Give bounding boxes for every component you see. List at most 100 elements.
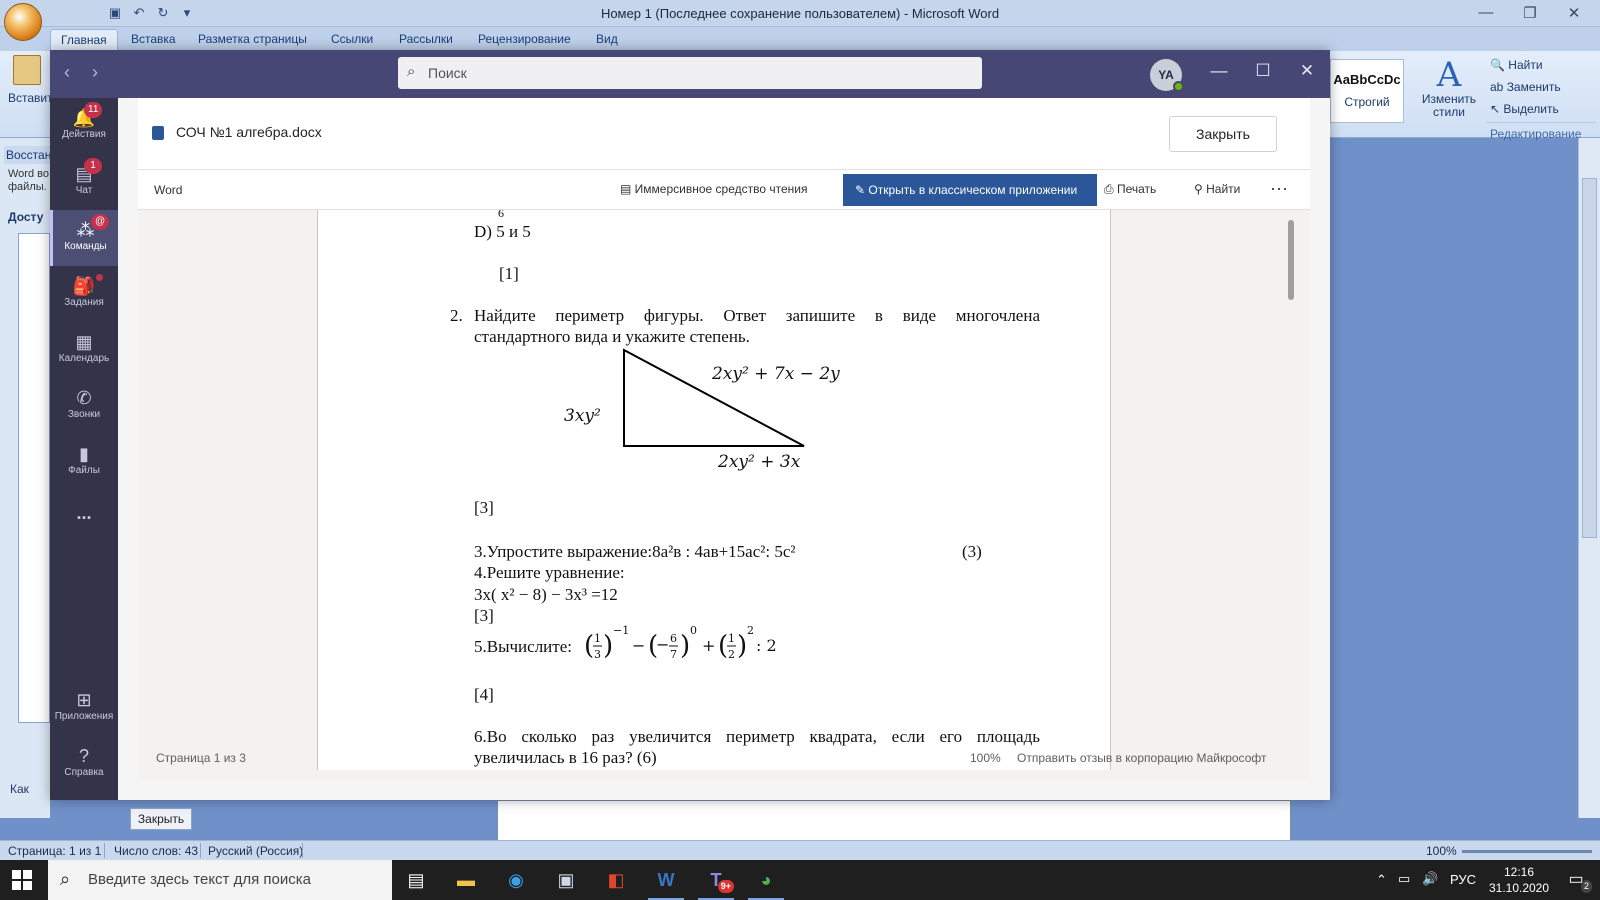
word-online-viewer: Word ▤ Иммерсивное средство чтения ✎ Отк… — [138, 170, 1310, 780]
back-icon[interactable]: ‹ — [64, 62, 70, 83]
rail-item-apps[interactable]: ⊞ Приложения — [50, 680, 118, 736]
tab-review[interactable]: Рецензирование — [478, 32, 571, 46]
taskbar-clock[interactable]: 12:16 31.10.2020 — [1476, 864, 1562, 896]
edge-icon[interactable]: ◉ — [492, 860, 540, 900]
rail-item-chat[interactable]: ▤ Чат 1 — [50, 154, 118, 210]
svg-text:1: 1 — [728, 632, 735, 645]
tab-insert[interactable]: Вставка — [131, 32, 176, 46]
viewer-status-bar: Страница 1 из 3 100% Отправить отзыв в к… — [118, 748, 1310, 768]
rail-more-button[interactable]: ... — [50, 490, 118, 546]
recovery-title: Восстан — [4, 146, 52, 164]
input-language[interactable]: РУС — [1450, 872, 1476, 887]
tab-home[interactable]: Главная — [50, 29, 118, 51]
word-vertical-scrollbar[interactable] — [1578, 138, 1600, 818]
tab-page-layout[interactable]: Разметка страницы — [198, 32, 307, 46]
battery-icon[interactable]: ▭ — [1398, 871, 1410, 887]
triangle-side-left: 3xy² — [564, 406, 601, 426]
more-icon: ... — [76, 503, 92, 523]
viewer-toolbar: Word ▤ Иммерсивное средство чтения ✎ Отк… — [138, 170, 1310, 210]
style-name: Строгий — [1344, 95, 1390, 109]
teams-minimize-button[interactable]: — — [1204, 61, 1234, 81]
q4-text: 4.Решите уравнение: — [474, 563, 625, 582]
viewer-scrollbar-thumb[interactable] — [1288, 220, 1294, 300]
triangle-figure — [623, 348, 805, 447]
notifications-icon[interactable]: ▭ 2 — [1552, 860, 1600, 900]
status-language[interactable]: Русский (Россия) — [208, 844, 303, 858]
search-icon: ⌕ — [407, 63, 416, 80]
feedback-link[interactable]: Отправить отзыв в корпорацию Майкрософт — [1017, 751, 1266, 765]
close-file-button[interactable]: Закрыть — [1169, 116, 1277, 152]
taskbar-search-box[interactable]: ⌕ Введите здесь текст для поиска — [48, 860, 392, 900]
recovery-file-list[interactable] — [18, 233, 50, 723]
recovery-text: Word во файлы. — [8, 168, 49, 193]
svg-text:7: 7 — [670, 648, 677, 661]
task-view-icon[interactable]: ▤ — [392, 860, 440, 900]
print-button[interactable]: ⎙ Печать — [1104, 182, 1156, 197]
file-name: СОЧ №1 алгебра.docx — [176, 124, 322, 140]
office-app-icon[interactable]: ◧ — [592, 860, 640, 900]
more-options-icon[interactable]: ··· — [1270, 178, 1288, 199]
rail-item-activity[interactable]: 🔔 Действия 11 — [50, 98, 118, 154]
store-icon[interactable]: ▣ — [542, 860, 590, 900]
mark-q1: [1] — [499, 264, 519, 283]
status-words[interactable]: Число слов: 43 — [114, 844, 198, 858]
teams-close-button[interactable]: ✕ — [1292, 61, 1322, 81]
word-minimize-button[interactable]: — — [1466, 4, 1506, 21]
style-gallery-item[interactable]: AaBbCcDc Строгий — [1330, 59, 1404, 123]
rail-item-calendar[interactable]: ▦ Календарь — [50, 322, 118, 378]
q4-equation: 3х( х² − 8) − 3х³ =12 — [474, 585, 618, 604]
word-restore-button[interactable]: ❐ — [1510, 4, 1550, 22]
teams-taskbar-icon[interactable]: T 9+ — [692, 860, 740, 900]
start-button[interactable] — [12, 870, 32, 890]
rail-item-calls[interactable]: ✆ Звонки — [50, 378, 118, 434]
forward-icon[interactable]: › — [92, 62, 98, 83]
rail-item-teams[interactable]: ⁂ Команды @ — [50, 210, 118, 266]
tab-mailings[interactable]: Рассылки — [399, 32, 453, 46]
status-zoom[interactable]: 100% — [1426, 844, 1457, 858]
find-button[interactable]: 🔍 Найти — [1486, 54, 1596, 76]
q3-mark: (3) — [962, 542, 982, 561]
teams-search-input[interactable]: ⌕ Поиск — [398, 57, 982, 89]
word-close-button[interactable]: ✕ — [1554, 4, 1594, 22]
rail-item-assignments[interactable]: 🎒 Задания — [50, 266, 118, 322]
teams-icon: ⁂ — [76, 220, 95, 240]
zoom-slider[interactable] — [1462, 850, 1592, 853]
rail-item-files[interactable]: ▮ Файлы — [50, 434, 118, 490]
q2-line-2: стандартного вида и укажите степень. — [474, 327, 750, 346]
select-button[interactable]: ↖ Выделить — [1486, 98, 1596, 120]
teams-badge: 9+ — [717, 880, 734, 893]
immersive-reader-button[interactable]: ▤ Иммерсивное средство чтения — [620, 182, 807, 196]
show-hidden-icons-icon[interactable]: ⌃ — [1376, 872, 1387, 888]
file-explorer-icon[interactable]: ▬ — [442, 860, 490, 900]
recovery-close-button[interactable]: Закрыть — [130, 808, 192, 830]
teams-maximize-button[interactable]: ☐ — [1248, 61, 1278, 81]
word-window-title: Номер 1 (Последнее сохранение пользовате… — [600, 6, 1000, 21]
clipboard-icon — [13, 55, 41, 85]
find-button[interactable]: ⚲ Найти — [1194, 182, 1240, 196]
recovery-heading: Досту — [8, 210, 44, 224]
teams-app-rail: 🔔 Действия 11 ▤ Чат 1 ⁂ Команды @ 🎒 Зада… — [50, 98, 118, 800]
word-taskbar-icon[interactable]: W — [642, 860, 690, 900]
word-document-page — [497, 800, 1291, 840]
tab-references[interactable]: Ссылки — [331, 32, 373, 46]
rail-item-help[interactable]: ? Справка — [50, 736, 118, 792]
replace-button[interactable]: ab Заменить — [1486, 76, 1596, 98]
svg-text:): ) — [603, 631, 613, 661]
paste-button[interactable]: Вставить — [8, 55, 59, 105]
office-button[interactable] — [4, 3, 42, 41]
file-header: СОЧ №1 алгебра.docx Закрыть — [138, 98, 1310, 170]
volume-icon[interactable]: 🔊 — [1422, 871, 1438, 887]
tab-view[interactable]: Вид — [596, 32, 618, 46]
chrome-icon[interactable]: ◕ — [742, 860, 790, 900]
avatar[interactable]: YA — [1150, 59, 1184, 92]
mark-q4: [3] — [474, 606, 494, 625]
viewer-zoom[interactable]: 100% — [970, 751, 1001, 765]
activity-badge: 11 — [84, 102, 103, 118]
teams-main-area: СОЧ №1 алгебра.docx Закрыть Word ▤ Иммер… — [118, 98, 1330, 800]
scrollbar-thumb[interactable] — [1582, 178, 1597, 538]
change-styles-button[interactable]: A Изменить стили — [1418, 57, 1480, 119]
svg-text:−: − — [656, 635, 669, 654]
status-page[interactable]: Страница: 1 из 1 — [8, 844, 101, 858]
open-in-desktop-button[interactable]: ✎ Открыть в классическом приложении — [843, 174, 1097, 206]
recovery-help-link[interactable]: Как — [10, 782, 29, 796]
